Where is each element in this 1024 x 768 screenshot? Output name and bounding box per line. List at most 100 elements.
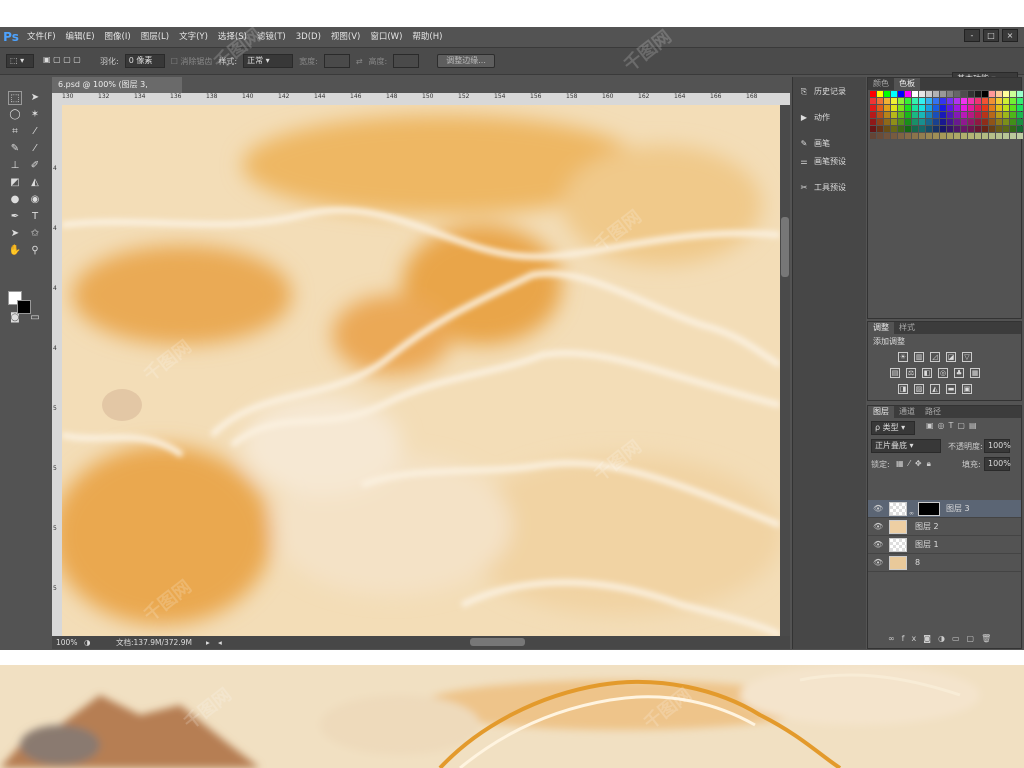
color-swatch[interactable] xyxy=(968,119,974,125)
color-swatch[interactable] xyxy=(1010,105,1016,111)
brush-presets-button[interactable]: ⚌ 画笔预设 xyxy=(797,153,863,171)
color-swatch[interactable] xyxy=(954,91,960,97)
color-swatch[interactable] xyxy=(954,126,960,132)
color-swatch[interactable] xyxy=(891,98,897,104)
threshold-icon[interactable]: ◭ xyxy=(930,384,940,394)
document-canvas[interactable] xyxy=(62,105,780,641)
color-swatch[interactable] xyxy=(1010,98,1016,104)
color-swatch[interactable] xyxy=(919,91,925,97)
color-swatch[interactable] xyxy=(989,112,995,118)
selective-color-icon[interactable]: ▣ xyxy=(962,384,972,394)
color-swatch[interactable] xyxy=(982,98,988,104)
color-swatch[interactable] xyxy=(968,112,974,118)
exposure-icon[interactable]: ◪ xyxy=(946,352,956,362)
pen-tool-icon[interactable]: ✒ xyxy=(8,210,22,224)
color-swatch[interactable] xyxy=(1003,105,1009,111)
layer-name[interactable]: 图层 2 xyxy=(915,518,939,536)
color-swatch[interactable] xyxy=(905,112,911,118)
color-swatch[interactable] xyxy=(940,133,946,139)
color-swatch[interactable] xyxy=(884,91,890,97)
color-swatch[interactable] xyxy=(996,91,1002,97)
color-swatch[interactable] xyxy=(891,105,897,111)
color-swatch[interactable] xyxy=(996,133,1002,139)
close-button[interactable]: × xyxy=(1002,29,1018,42)
color-swatch[interactable] xyxy=(1017,133,1023,139)
visibility-eye-icon[interactable]: 👁︎ xyxy=(873,500,883,518)
color-swatch[interactable] xyxy=(919,105,925,111)
color-swatch[interactable] xyxy=(870,98,876,104)
menu-layer[interactable]: 图层(L) xyxy=(136,27,174,47)
color-swatch[interactable] xyxy=(933,98,939,104)
crop-tool-icon[interactable]: ⌗ xyxy=(8,125,22,139)
feather-input[interactable]: 0 像素 xyxy=(124,54,165,68)
color-swatch[interactable] xyxy=(891,126,897,132)
marquee-preset-icon[interactable]: ⬚ ▾ xyxy=(6,54,34,68)
color-swatch[interactable] xyxy=(912,105,918,111)
color-swatch[interactable] xyxy=(926,98,932,104)
color-swatch[interactable] xyxy=(961,133,967,139)
color-swatch[interactable] xyxy=(947,112,953,118)
layer-mask-thumbnail[interactable] xyxy=(918,502,940,516)
color-swatch[interactable] xyxy=(947,105,953,111)
color-swatch[interactable] xyxy=(912,112,918,118)
menu-window[interactable]: 窗口(W) xyxy=(365,27,407,47)
brush-panel-button[interactable]: ✎ 画笔 xyxy=(797,135,863,153)
minimize-button[interactable]: - xyxy=(964,29,980,42)
color-swatch[interactable] xyxy=(898,91,904,97)
color-swatch[interactable] xyxy=(1010,91,1016,97)
color-swatch[interactable] xyxy=(912,119,918,125)
color-swatch[interactable] xyxy=(1017,119,1023,125)
color-swatch[interactable] xyxy=(870,105,876,111)
color-swatch[interactable] xyxy=(975,119,981,125)
blur-tool-icon[interactable]: ● xyxy=(8,193,22,207)
background-color-swatch[interactable] xyxy=(17,300,31,314)
blend-mode-select[interactable]: 正片叠底 ▾ xyxy=(871,439,941,453)
color-swatch[interactable] xyxy=(1010,126,1016,132)
color-swatch[interactable] xyxy=(1003,112,1009,118)
color-swatch[interactable] xyxy=(940,98,946,104)
color-swatch[interactable] xyxy=(947,133,953,139)
color-swatch[interactable] xyxy=(933,126,939,132)
color-swatch[interactable] xyxy=(912,98,918,104)
zoom-tool-icon[interactable]: ⚲ xyxy=(28,244,42,258)
tab-layers[interactable]: 图层 xyxy=(868,406,894,418)
color-swatch[interactable] xyxy=(884,112,890,118)
color-swatch[interactable] xyxy=(982,91,988,97)
color-swatch[interactable] xyxy=(996,105,1002,111)
tool-presets-button[interactable]: ✂ 工具预设 xyxy=(797,179,863,197)
type-tool-icon[interactable]: T xyxy=(28,210,42,224)
color-swatch[interactable] xyxy=(926,91,932,97)
shape-tool-icon[interactable]: ✩ xyxy=(28,227,42,241)
visibility-eye-icon[interactable]: 👁︎ xyxy=(873,536,883,554)
fill-input[interactable]: 100% xyxy=(984,457,1011,471)
vibrance-icon[interactable]: ▽ xyxy=(962,352,972,362)
color-swatch[interactable] xyxy=(947,126,953,132)
brush-tool-icon[interactable]: ⁄ xyxy=(28,142,42,156)
color-swatch[interactable] xyxy=(940,91,946,97)
color-swatch[interactable] xyxy=(975,105,981,111)
swap-icon[interactable]: ⇄ xyxy=(356,57,363,66)
actions-panel-button[interactable]: ▶ 动作 xyxy=(797,109,863,127)
color-swatch[interactable] xyxy=(898,112,904,118)
color-swatch[interactable] xyxy=(926,126,932,132)
color-swatch[interactable] xyxy=(877,112,883,118)
color-swatch[interactable] xyxy=(912,133,918,139)
color-swatch[interactable] xyxy=(884,98,890,104)
menu-help[interactable]: 帮助(H) xyxy=(407,27,447,47)
color-swatch[interactable] xyxy=(919,119,925,125)
color-swatch[interactable] xyxy=(898,98,904,104)
color-swatch[interactable] xyxy=(954,133,960,139)
color-swatch[interactable] xyxy=(919,126,925,132)
color-swatch[interactable] xyxy=(891,112,897,118)
lasso-tool-icon[interactable]: ◯ xyxy=(8,108,22,122)
color-swatch[interactable] xyxy=(1017,112,1023,118)
color-balance-icon[interactable]: ⚖ xyxy=(906,368,916,378)
color-swatch[interactable] xyxy=(898,133,904,139)
color-swatch[interactable] xyxy=(933,105,939,111)
photo-filter-icon[interactable]: ◎ xyxy=(938,368,948,378)
color-swatch[interactable] xyxy=(1010,119,1016,125)
style-select[interactable]: 正常 ▾ xyxy=(243,54,294,68)
layer-row-layer3[interactable]: 👁︎ ∞ 图层 3 xyxy=(868,500,1021,518)
menu-filter[interactable]: 滤镜(T) xyxy=(252,27,291,47)
color-swatch[interactable] xyxy=(947,91,953,97)
